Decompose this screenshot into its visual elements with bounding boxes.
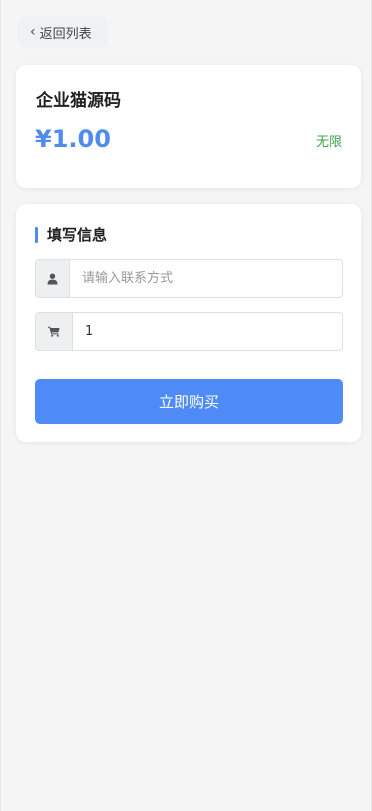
section-title: 填写信息 xyxy=(35,224,107,245)
stock-status: 无限 xyxy=(315,135,342,150)
buy-now-button[interactable]: 立即购买 xyxy=(35,379,343,424)
back-button-label: 返回列表 xyxy=(39,26,92,42)
section-title-text: 填写信息 xyxy=(47,226,108,244)
back-to-list-button[interactable]: ‹ 返回列表 xyxy=(18,17,108,47)
contact-input-group xyxy=(35,259,343,298)
product-price: ¥1.00 xyxy=(35,125,111,153)
quantity-input[interactable] xyxy=(73,313,342,350)
product-name: 企业猫源码 xyxy=(36,91,121,111)
quantity-input-group xyxy=(35,312,343,351)
cart-icon xyxy=(36,313,73,350)
section-title-accent-bar xyxy=(35,226,38,243)
contact-input[interactable] xyxy=(70,260,342,297)
user-icon xyxy=(36,260,70,297)
product-card: 企业猫源码 ¥1.00 无限 xyxy=(16,65,361,188)
chevron-left-icon: ‹ xyxy=(30,24,36,40)
order-form-card: 填写信息 立即购买 xyxy=(16,204,361,442)
